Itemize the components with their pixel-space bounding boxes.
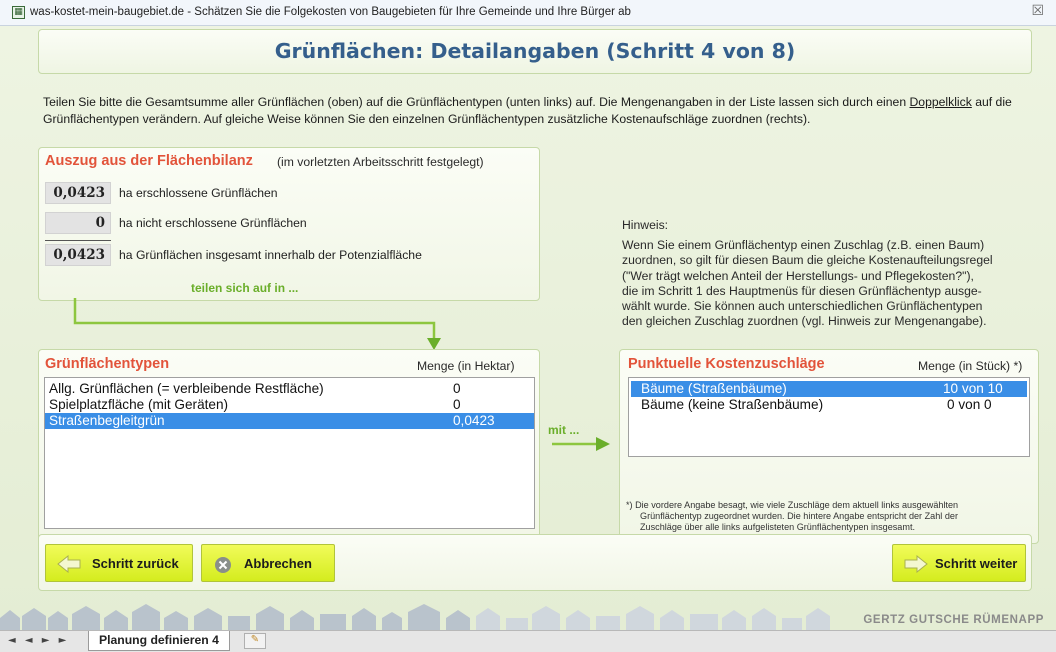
gruenflaechentypen-column-header: Menge (in Hektar): [417, 359, 515, 373]
list-item-value: 0: [453, 381, 461, 396]
back-button-label: Schritt zurück: [92, 556, 179, 571]
back-button[interactable]: Schritt zurück: [45, 544, 193, 582]
footnote-line: Grünflächentyp zugeordnet wurden. Die hi…: [640, 511, 958, 522]
gruenflaechentypen-title: Grünflächentypen: [45, 356, 170, 372]
list-item-name: Bäume (Straßenbäume): [641, 381, 787, 396]
list-item-name: Bäume (keine Straßenbäume): [641, 397, 824, 412]
hint-line: die im Schritt 1 des Hauptmenüs für dies…: [622, 283, 982, 298]
footnote: *) Die vordere Angabe besagt, wie viele …: [626, 500, 958, 534]
hint-text: Hinweis: Wenn Sie einem Grünflächentyp e…: [622, 218, 1042, 329]
kostenzuschlaege-list[interactable]: Bäume (Straßenbäume) 10 von 10 Bäume (ke…: [628, 377, 1030, 457]
list-item-value: 0,0423: [453, 413, 495, 428]
list-item-value: 0 von 0: [947, 397, 992, 412]
list-item[interactable]: Spielplatzfläche (mit Geräten) 0: [45, 397, 534, 413]
footnote-line: *) Die vordere Angabe besagt, wie viele …: [626, 500, 959, 510]
list-item-value: 10 von 10: [943, 381, 1003, 396]
next-button-label: Schritt weiter: [935, 556, 1018, 571]
sheet-tab-bar: ◄ ◄ ► ► Planung definieren 4 ✎: [0, 630, 1056, 652]
kostenzuschlaege-column-header: Menge (in Stück) *): [918, 359, 1023, 373]
sheet-tab-active[interactable]: Planung definieren 4: [88, 631, 230, 651]
list-item[interactable]: Allg. Grünflächen (= verbleibende Restfl…: [45, 381, 534, 397]
arrow-left-icon: [57, 555, 81, 573]
list-item-selected[interactable]: Bäume (Straßenbäume) 10 von 10: [631, 381, 1027, 397]
hint-line: Wenn Sie einem Grünflächentyp einen Zusc…: [622, 238, 985, 253]
teilen-arrow: [73, 298, 436, 340]
list-item-selected[interactable]: Straßenbegleitgrün 0,0423: [45, 413, 534, 429]
window-titlebar: ▦ was-kostet-mein-baugebiet.de - Schätze…: [0, 0, 1056, 26]
cancel-x-icon: [215, 557, 231, 573]
hint-line: zuordnen, so gilt für diesen Baum die gl…: [622, 253, 993, 268]
hint-line: wählt wurde. Sie können auch unterschied…: [622, 299, 983, 314]
sheet-nav-arrows[interactable]: ◄ ◄ ► ►: [8, 635, 69, 646]
gruenflaechentypen-list[interactable]: Allg. Grünflächen (= verbleibende Restfl…: [44, 377, 535, 529]
new-sheet-icon[interactable]: ✎: [244, 633, 266, 649]
next-button[interactable]: Schritt weiter: [892, 544, 1026, 582]
list-item-value: 0: [453, 397, 461, 412]
brand-logo-text: GERTZ GUTSCHE RÜMENAPP: [863, 614, 1044, 626]
gruenflaechentypen-panel: Grünflächentypen Menge (in Hektar) Allg.…: [38, 349, 540, 544]
app-icon: ▦: [12, 6, 25, 19]
close-icon[interactable]: ☒: [1031, 3, 1044, 19]
mit-arrow-label: mit ...: [548, 423, 580, 437]
cancel-button[interactable]: Abbrechen: [201, 544, 335, 582]
hint-title: Hinweis:: [622, 218, 669, 232]
button-bar: Schritt zurück Abbrechen Schritt weiter: [38, 534, 1032, 591]
list-item-name: Allg. Grünflächen (= verbleibende Restfl…: [49, 381, 324, 396]
mit-arrowhead: [596, 437, 610, 451]
list-item-name: Straßenbegleitgrün: [49, 413, 165, 428]
window-title: was-kostet-mein-baugebiet.de - Schätzen …: [30, 6, 631, 18]
kostenzuschlaege-panel: Punktuelle Kostenzuschläge Menge (in Stü…: [619, 349, 1039, 544]
hint-line: den gleichen Zuschlag zuordnen (vgl. Hin…: [622, 314, 987, 329]
footnote-line: Zuschläge über alle links aufgelisteten …: [640, 522, 915, 533]
list-item[interactable]: Bäume (keine Straßenbäume) 0 von 0: [631, 397, 1027, 413]
form-content: Grünflächen: Detailangaben (Schritt 4 vo…: [0, 26, 1056, 630]
hint-line: ("Wer trägt welchen Anteil der Herstellu…: [622, 268, 974, 283]
list-item-name: Spielplatzfläche (mit Geräten): [49, 397, 229, 412]
cancel-button-label: Abbrechen: [244, 556, 312, 571]
arrow-right-icon: [904, 555, 928, 573]
kostenzuschlaege-title: Punktuelle Kostenzuschläge: [628, 356, 825, 372]
